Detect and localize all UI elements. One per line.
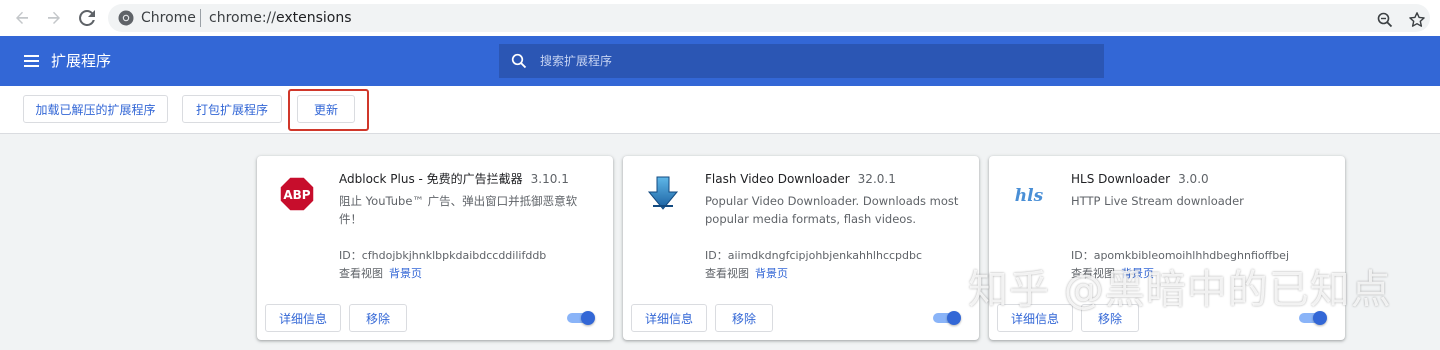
background-page-link[interactable]: 背景页 [755, 267, 788, 280]
remove-button[interactable]: 移除 [715, 304, 773, 332]
inspect-views-label: 查看视图 [705, 267, 749, 280]
annotation-highlight-box [288, 89, 369, 131]
extension-description: Popular Video Downloader. Downloads most… [705, 194, 959, 226]
hamburger-menu-icon[interactable] [24, 53, 40, 72]
extension-id: ID：cfhdojbkjhnklbpkdaibdccddilifddb [339, 249, 547, 262]
extension-id: ID：aiimdkdngfcipjohbjenkahhlhccpdbc [705, 249, 923, 262]
extension-version: 3.10.1 [530, 172, 569, 186]
enable-toggle[interactable] [567, 311, 595, 325]
extension-name: Adblock Plus - 免费的广告拦截器 [339, 172, 523, 186]
reload-icon[interactable] [75, 6, 99, 30]
abp-icon-label: ABP [283, 188, 310, 202]
extension-name: Flash Video Downloader [705, 172, 850, 186]
extension-card-flash-video-downloader: Flash Video Downloader 32.0.1 Popular Vid… [623, 156, 979, 340]
extension-version: 32.0.1 [857, 172, 896, 186]
chrome-logo-icon [118, 10, 134, 26]
forward-arrow-icon[interactable] [42, 6, 66, 30]
enable-toggle[interactable] [933, 311, 961, 325]
extension-card-adblock-plus: ABP Adblock Plus - 免费的广告拦截器 3.10.1 阻止 You… [257, 156, 613, 340]
card-footer: 详细信息 移除 [623, 296, 979, 340]
download-arrow-icon [645, 176, 681, 212]
details-button[interactable]: 详细信息 [265, 304, 341, 332]
hls-icon-label: hls [1015, 186, 1044, 206]
toggle-knob [581, 311, 595, 325]
pack-extension-button[interactable]: 打包扩展程序 [182, 95, 282, 123]
address-divider [200, 9, 201, 27]
background-page-link[interactable]: 背景页 [389, 267, 422, 280]
search-box[interactable] [499, 44, 1104, 78]
developer-toolbar: 加载已解压的扩展程序 打包扩展程序 更新 [0, 86, 1440, 134]
extension-name: HLS Downloader [1071, 172, 1171, 186]
inspect-views: 查看视图 背景页 [339, 266, 422, 282]
url-text[interactable]: chrome://extensions [209, 10, 352, 26]
inspect-views: 查看视图 背景页 [705, 266, 788, 282]
toggle-knob [947, 311, 961, 325]
bookmark-star-icon[interactable] [1405, 8, 1429, 32]
zoom-icon[interactable] [1373, 8, 1397, 32]
search-input[interactable] [540, 44, 1090, 78]
remove-button[interactable]: 移除 [349, 304, 407, 332]
extension-title: HLS Downloader 3.0.0 [1071, 171, 1209, 187]
extension-description: 阻止 YouTube™ 广告、弹出窗口并抵御恶意软件！ [339, 194, 578, 226]
watermark: 知乎 @黑暗中的已知点 [968, 267, 1392, 313]
hls-icon: hls [1011, 176, 1047, 212]
address-bar[interactable]: Chrome chrome://extensions [108, 4, 1430, 32]
site-label: Chrome [141, 10, 196, 26]
extension-version: 3.0.0 [1178, 172, 1209, 186]
back-arrow-icon[interactable] [10, 6, 34, 30]
url-host: extensions [276, 10, 352, 26]
card-footer: 详细信息 移除 [257, 296, 613, 340]
extension-title: Adblock Plus - 免费的广告拦截器 3.10.1 [339, 171, 569, 187]
extension-title: Flash Video Downloader 32.0.1 [705, 171, 896, 187]
url-scheme: chrome:// [209, 10, 276, 26]
inspect-views-label: 查看视图 [339, 267, 383, 280]
page-title: 扩展程序 [51, 52, 112, 70]
details-button[interactable]: 详细信息 [631, 304, 707, 332]
extensions-header: 扩展程序 [0, 36, 1440, 86]
abp-icon: ABP [279, 176, 315, 212]
browser-toolbar: Chrome chrome://extensions [0, 0, 1440, 36]
search-icon [511, 53, 527, 73]
extension-description: HTTP Live Stream downloader [1071, 194, 1244, 208]
load-unpacked-button[interactable]: 加载已解压的扩展程序 [23, 95, 168, 123]
